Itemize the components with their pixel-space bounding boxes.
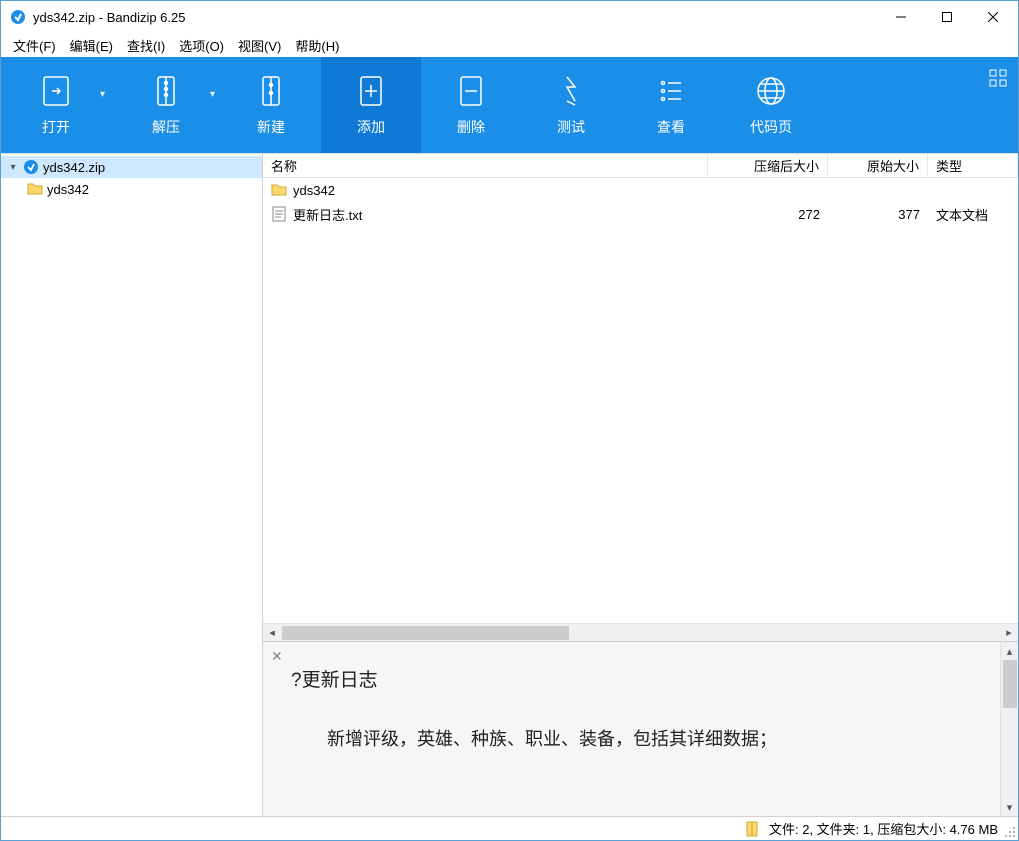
app-icon [9,8,27,26]
col-orig[interactable]: 原始大小 [828,154,928,177]
resize-grip-icon[interactable] [1002,824,1016,838]
horizontal-scrollbar[interactable]: ◂ ▸ [263,623,1018,641]
file-packed: 272 [708,207,828,222]
menu-edit[interactable]: 编辑(E) [64,34,119,57]
list-header: 名称 压缩后大小 原始大小 类型 [263,154,1018,178]
scroll-track[interactable] [282,626,999,640]
text-file-icon [271,206,287,222]
test-button[interactable]: 测试 [521,57,621,153]
maximize-button[interactable] [924,2,970,32]
file-type: 文本文档 [928,205,1018,224]
preview-content: ?更新日志 新增评级，英雄、种族、职业、装备，包括其详细数据； [263,642,1000,816]
menu-file[interactable]: 文件(F) [7,34,62,57]
toolbar: ▾ 打开 ▾ 解压 新建 添加 删除 测试 查看 代码页 [1,57,1018,153]
extract-label: 解压 [152,117,180,137]
tree-child[interactable]: yds342 [1,178,262,200]
delete-label: 删除 [457,117,485,137]
chevron-down-icon: ▾ [100,89,105,100]
codepage-button[interactable]: 代码页 [721,57,821,153]
add-label: 添加 [357,117,385,137]
scroll-thumb[interactable] [1003,660,1017,708]
zip-icon [23,159,39,175]
tree-child-label: yds342 [47,182,89,197]
chevron-down-icon: ▾ [210,89,215,100]
tree-root-label: yds342.zip [43,160,105,175]
scroll-left-icon[interactable]: ◂ [263,626,281,639]
new-button[interactable]: 新建 [221,57,321,153]
folder-icon [271,182,287,198]
tree-root[interactable]: ▾ yds342.zip [1,156,262,178]
delete-button[interactable]: 删除 [421,57,521,153]
file-orig: 377 [828,207,928,222]
list-panel: 名称 压缩后大小 原始大小 类型 yds342 [263,154,1018,816]
list-body[interactable]: yds342 更新日志.txt 272 377 文本文档 [263,178,1018,623]
scroll-track[interactable] [1003,660,1017,798]
window-title: yds342.zip - Bandizip 6.25 [33,10,878,25]
preview-heading: ?更新日志 [291,658,976,704]
archive-icon [743,820,761,838]
minimize-button[interactable] [878,2,924,32]
open-label: 打开 [42,117,70,137]
tree-panel[interactable]: ▾ yds342.zip yds342 [1,154,263,816]
file-name: 更新日志.txt [293,205,362,224]
col-type[interactable]: 类型 [928,154,1018,177]
menu-view[interactable]: 视图(V) [232,34,287,57]
view-label: 查看 [657,117,685,137]
preview-line: 新增评级，英雄、种族、职业、装备，包括其详细数据； [291,718,976,761]
list-item[interactable]: 更新日志.txt 272 377 文本文档 [263,202,1018,226]
menubar: 文件(F) 编辑(E) 查找(I) 选项(O) 视图(V) 帮助(H) [1,33,1018,57]
titlebar: yds342.zip - Bandizip 6.25 [1,1,1018,33]
extract-button[interactable]: ▾ 解压 [111,57,221,153]
preview-panel: ✕ ?更新日志 新增评级，英雄、种族、职业、装备，包括其详细数据； ▴ ▾ [263,641,1018,816]
close-button[interactable] [970,2,1016,32]
col-packed[interactable]: 压缩后大小 [708,154,828,177]
add-button[interactable]: 添加 [321,57,421,153]
close-preview-icon[interactable]: ✕ [271,648,283,665]
menu-help[interactable]: 帮助(H) [289,34,345,57]
apps-button[interactable] [978,57,1018,153]
scroll-down-icon[interactable]: ▾ [1007,798,1013,816]
vertical-scrollbar[interactable]: ▴ ▾ [1000,642,1018,816]
main-area: ▾ yds342.zip yds342 名称 压缩后大小 原始大小 类型 [1,153,1018,816]
list-item[interactable]: yds342 [263,178,1018,202]
scroll-up-icon[interactable]: ▴ [1007,642,1013,660]
file-name: yds342 [293,183,335,198]
statusbar: 文件: 2, 文件夹: 1, 压缩包大小: 4.76 MB [1,816,1018,840]
codepage-label: 代码页 [750,117,792,137]
scroll-right-icon[interactable]: ▸ [1000,626,1018,639]
menu-find[interactable]: 查找(I) [121,34,171,57]
status-text: 文件: 2, 文件夹: 1, 压缩包大小: 4.76 MB [769,819,998,838]
test-label: 测试 [557,117,585,137]
col-name[interactable]: 名称 [263,154,708,177]
new-label: 新建 [257,117,285,137]
folder-icon [27,181,43,197]
view-button[interactable]: 查看 [621,57,721,153]
menu-options[interactable]: 选项(O) [173,34,230,57]
scroll-thumb[interactable] [282,626,569,640]
tree-collapse-icon[interactable]: ▾ [7,161,19,173]
open-button[interactable]: ▾ 打开 [1,57,111,153]
